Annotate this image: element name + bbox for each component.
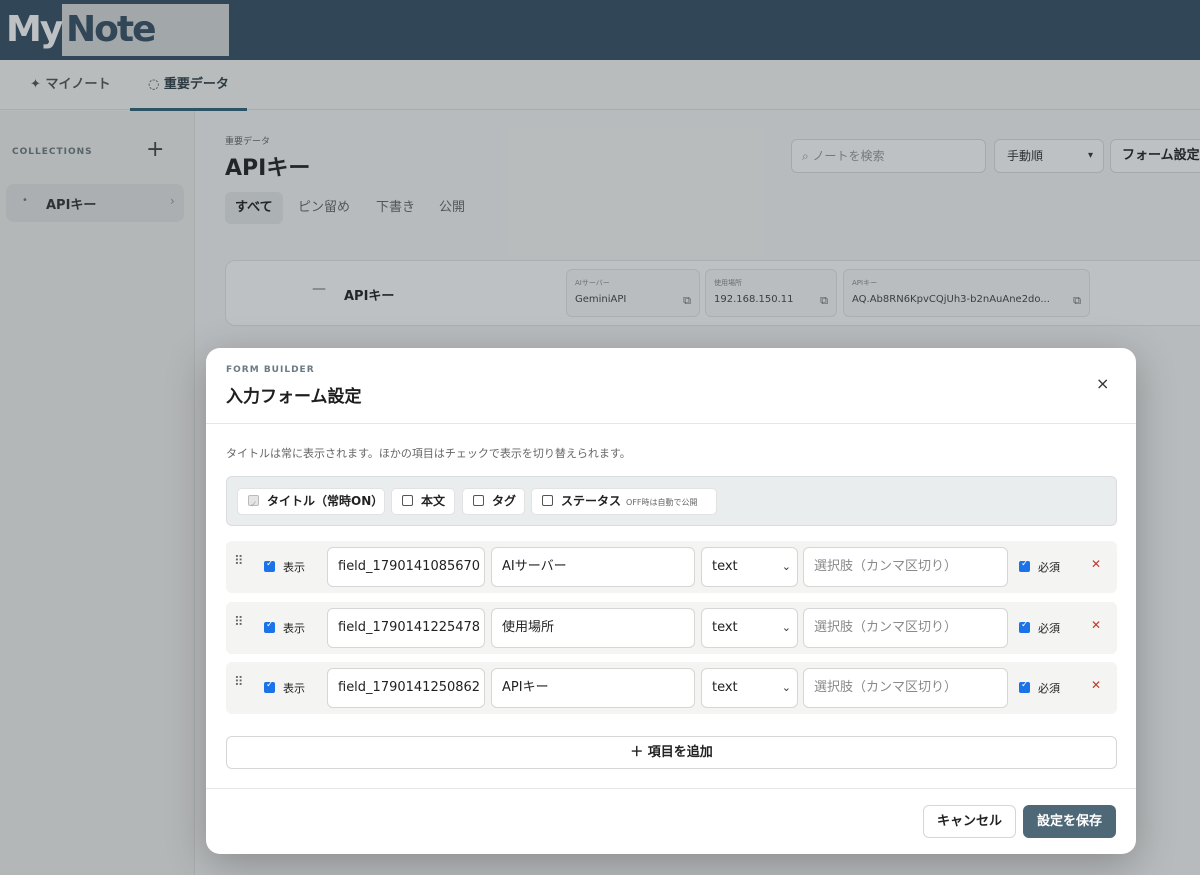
modal-hint: タイトルは常に表示されます。ほかの項目はチェックで表示を切り替えられます。 bbox=[226, 447, 631, 460]
show-toggle[interactable]: 表示 bbox=[264, 680, 305, 696]
required-label: 必須 bbox=[1038, 622, 1060, 635]
checkbox-checked[interactable] bbox=[1019, 559, 1030, 572]
show-label: 表示 bbox=[283, 622, 305, 635]
field-options-input[interactable]: 選択肢（カンマ区切り） bbox=[803, 668, 1008, 708]
toggle-label: ステータス bbox=[561, 494, 622, 508]
checkbox[interactable] bbox=[402, 495, 413, 506]
chevron-down-icon: ⌄ bbox=[781, 560, 791, 573]
field-options-input[interactable]: 選択肢（カンマ区切り） bbox=[803, 608, 1008, 648]
checkbox-checked[interactable] bbox=[264, 680, 275, 693]
field-row: ⠿ 表示 field_1790141225478 使用場所 text ⌄ 選択肢… bbox=[226, 602, 1117, 654]
divider bbox=[206, 423, 1136, 424]
field-row: ⠿ 表示 field_1790141085670 AIサーバー text ⌄ 選… bbox=[226, 541, 1117, 593]
toggle-label: 本文 bbox=[421, 494, 446, 508]
field-key-input[interactable]: field_1790141085670 bbox=[327, 547, 485, 587]
checkbox-disabled bbox=[248, 493, 259, 518]
show-label: 表示 bbox=[283, 682, 305, 695]
form-builder-modal: FORM BUILDER 入力フォーム設定 × タイトルは常に表示されます。ほか… bbox=[206, 348, 1136, 854]
checkbox[interactable] bbox=[542, 495, 553, 506]
field-type-select[interactable]: text ⌄ bbox=[701, 668, 798, 708]
required-toggle[interactable]: 必須 bbox=[1019, 559, 1060, 575]
show-label: 表示 bbox=[283, 561, 305, 574]
delete-icon[interactable]: ✕ bbox=[1091, 618, 1101, 632]
required-label: 必須 bbox=[1038, 682, 1060, 695]
required-label: 必須 bbox=[1038, 561, 1060, 574]
select-value: text bbox=[712, 680, 738, 695]
save-button[interactable]: 設定を保存 bbox=[1023, 805, 1116, 838]
add-field-button[interactable]: ＋ 項目を追加 bbox=[226, 736, 1117, 769]
modal-eyebrow: FORM BUILDER bbox=[226, 365, 315, 375]
show-toggle[interactable]: 表示 bbox=[264, 620, 305, 636]
checkbox-checked[interactable] bbox=[1019, 680, 1030, 693]
field-key-input[interactable]: field_1790141225478 bbox=[327, 608, 485, 648]
visibility-toggles: タイトル（常時ON） 本文 タグ ステータス OFF時は自動で公開 bbox=[226, 476, 1117, 526]
close-icon[interactable]: × bbox=[1096, 374, 1109, 393]
checkbox[interactable] bbox=[473, 495, 484, 506]
required-toggle[interactable]: 必須 bbox=[1019, 680, 1060, 696]
checkbox-checked[interactable] bbox=[264, 620, 275, 633]
modal-title: 入力フォーム設定 bbox=[226, 387, 362, 407]
delete-icon[interactable]: ✕ bbox=[1091, 678, 1101, 692]
field-label-input[interactable]: APIキー bbox=[491, 668, 695, 708]
select-value: text bbox=[712, 559, 738, 574]
field-options-input[interactable]: 選択肢（カンマ区切り） bbox=[803, 547, 1008, 587]
field-label-input[interactable]: AIサーバー bbox=[491, 547, 695, 587]
show-toggle[interactable]: 表示 bbox=[264, 559, 305, 575]
toggle-tag[interactable]: タグ bbox=[462, 488, 525, 515]
toggle-status[interactable]: ステータス OFF時は自動で公開 bbox=[531, 488, 717, 515]
field-label-input[interactable]: 使用場所 bbox=[491, 608, 695, 648]
field-type-select[interactable]: text ⌄ bbox=[701, 547, 798, 587]
cancel-button[interactable]: キャンセル bbox=[923, 805, 1016, 838]
checkbox-checked[interactable] bbox=[1019, 620, 1030, 633]
chevron-down-icon: ⌄ bbox=[781, 681, 791, 694]
toggle-body[interactable]: 本文 bbox=[391, 488, 455, 515]
field-type-select[interactable]: text ⌄ bbox=[701, 608, 798, 648]
toggle-sublabel: OFF時は自動で公開 bbox=[626, 498, 698, 507]
divider bbox=[206, 788, 1136, 789]
select-value: text bbox=[712, 620, 738, 635]
toggle-label: タグ bbox=[492, 494, 517, 508]
toggle-label: タイトル（常時ON） bbox=[267, 494, 384, 508]
toggle-title: タイトル（常時ON） bbox=[237, 488, 385, 518]
drag-handle-icon[interactable]: ⠿ bbox=[234, 555, 243, 568]
checkbox-checked[interactable] bbox=[264, 559, 275, 572]
chevron-down-icon: ⌄ bbox=[781, 621, 791, 634]
delete-icon[interactable]: ✕ bbox=[1091, 557, 1101, 571]
drag-handle-icon[interactable]: ⠿ bbox=[234, 616, 243, 629]
field-row: ⠿ 表示 field_1790141250862 APIキー text ⌄ 選択… bbox=[226, 662, 1117, 714]
field-key-input[interactable]: field_1790141250862 bbox=[327, 668, 485, 708]
drag-handle-icon[interactable]: ⠿ bbox=[234, 676, 243, 689]
required-toggle[interactable]: 必須 bbox=[1019, 620, 1060, 636]
